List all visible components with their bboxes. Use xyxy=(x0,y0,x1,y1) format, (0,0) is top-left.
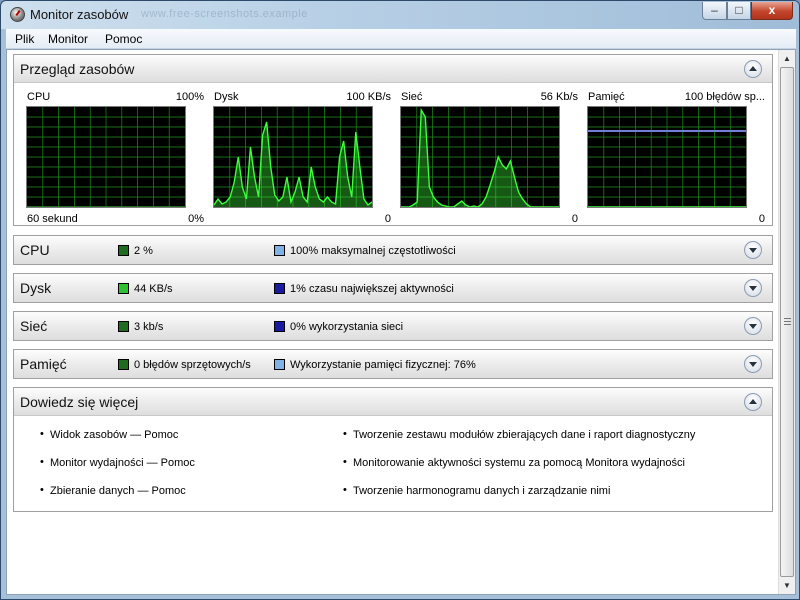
cpu-graph-canvas xyxy=(26,106,186,208)
title-watermark: www.free-screenshots.example xyxy=(141,8,308,20)
disk-graph-label: Dysk xyxy=(214,91,239,103)
network-utilization-value: 0% wykorzystania sieci xyxy=(290,321,404,333)
network-section-title: Sieć xyxy=(20,318,48,334)
cpu-usage-value: 2 % xyxy=(134,245,153,257)
expand-network-icon[interactable] xyxy=(744,317,762,335)
memory-section-header[interactable]: Pamięć 0 błędów sprzętowych/s Wykorzysta… xyxy=(14,350,772,378)
disk-throughput-swatch xyxy=(118,283,129,294)
network-throughput-metric: 3 kb/s xyxy=(118,321,163,333)
help-link-performance-monitor[interactable]: Monitor wydajności — Pomoc xyxy=(50,457,195,469)
cpu-graph-min: 0% xyxy=(188,213,204,225)
memory-graph-max: 100 błędów sp... xyxy=(684,91,765,103)
overview-header[interactable]: Przegląd zasobów xyxy=(14,55,772,83)
memory-faults-metric: 0 błędów sprzętowych/s xyxy=(118,359,251,371)
expand-disk-icon[interactable] xyxy=(744,279,762,297)
help-link-collector-set[interactable]: Tworzenie zestawu modułów zbierających d… xyxy=(353,429,695,441)
network-utilization-metric: 0% wykorzystania sieci xyxy=(274,321,403,333)
scroll-grip-icon xyxy=(784,318,791,326)
memory-faults-swatch xyxy=(118,359,129,370)
disk-graph-min: 0 xyxy=(384,213,391,225)
learn-more-title: Dowiedz się więcej xyxy=(20,394,139,410)
network-graph-canvas xyxy=(400,106,560,208)
cpu-graph-label: CPU xyxy=(27,91,51,103)
memory-usage-metric: Wykorzystanie pamięci fizycznej: 76% xyxy=(274,359,476,371)
disk-graph-max: 100 KB/s xyxy=(346,91,391,103)
maximize-button[interactable]: □ xyxy=(727,2,751,20)
menu-plik[interactable]: Plik xyxy=(15,32,34,46)
help-link-data-collection[interactable]: Zbieranie danych — Pomoc xyxy=(50,485,186,497)
expand-memory-icon[interactable] xyxy=(744,355,762,373)
network-graph: Sieć 56 Kb/s 0 xyxy=(400,91,578,227)
menu-pomoc[interactable]: Pomoc xyxy=(105,32,142,46)
cpu-graph-max: 100% xyxy=(175,91,204,103)
expand-cpu-icon[interactable] xyxy=(744,241,762,259)
cpu-graph-timespan: 60 sekund xyxy=(27,213,78,225)
help-link-resource-view[interactable]: Widok zasobów — Pomoc xyxy=(50,429,178,441)
overview-panel: Przegląd zasobów CPU 100% 60 sekund 0% D… xyxy=(13,54,773,226)
disk-section-header[interactable]: Dysk 44 KB/s 1% czasu największej aktywn… xyxy=(14,274,772,302)
disk-section-title: Dysk xyxy=(20,280,52,296)
memory-graph-label: Pamięć xyxy=(588,91,625,103)
cpu-usage-metric: 2 % xyxy=(118,245,153,257)
cpu-section[interactable]: CPU 2 % 100% maksymalnej częstotliwości xyxy=(13,235,773,265)
cpu-usage-swatch xyxy=(118,245,129,256)
bullet-icon: • xyxy=(40,484,44,496)
disk-section[interactable]: Dysk 44 KB/s 1% czasu największej aktywn… xyxy=(13,273,773,303)
network-throughput-value: 3 kb/s xyxy=(134,321,164,333)
minimize-button[interactable]: – xyxy=(702,2,727,20)
disk-graph-canvas xyxy=(213,106,373,208)
cpu-section-header[interactable]: CPU 2 % 100% maksymalnej częstotliwości xyxy=(14,236,772,264)
bullet-icon: • xyxy=(343,456,347,468)
network-graph-max: 56 Kb/s xyxy=(540,91,578,103)
main-content: Przegląd zasobów CPU 100% 60 sekund 0% D… xyxy=(6,49,796,595)
network-utilization-swatch xyxy=(274,321,285,332)
memory-usage-swatch xyxy=(274,359,285,370)
title-bar[interactable]: Monitor zasobów www.free-screenshots.exa… xyxy=(1,1,799,29)
cpu-frequency-swatch xyxy=(274,245,285,256)
scroll-thumb[interactable] xyxy=(780,67,794,577)
network-graph-min: 0 xyxy=(571,213,578,225)
help-link-monitor-activity[interactable]: Monitorowanie aktywności systemu za pomo… xyxy=(353,457,685,469)
vertical-scrollbar[interactable]: ▲ ▼ xyxy=(778,50,795,594)
menu-monitor[interactable]: Monitor xyxy=(48,32,88,46)
learn-more-header[interactable]: Dowiedz się więcej xyxy=(14,388,772,416)
disk-activity-value: 1% czasu największej aktywności xyxy=(290,283,454,295)
cpu-frequency-metric: 100% maksymalnej częstotliwości xyxy=(274,245,456,257)
cpu-graph: CPU 100% 60 sekund 0% xyxy=(26,91,204,227)
scroll-up-arrow-icon[interactable]: ▲ xyxy=(779,50,795,67)
bullet-icon: • xyxy=(40,456,44,468)
disk-activity-swatch xyxy=(274,283,285,294)
learn-more-panel: Dowiedz się więcej • Widok zasobów — Pom… xyxy=(13,387,773,512)
overview-title: Przegląd zasobów xyxy=(20,61,135,77)
resource-monitor-icon xyxy=(10,7,25,22)
scroll-down-arrow-icon[interactable]: ▼ xyxy=(779,577,795,594)
network-section-header[interactable]: Sieć 3 kb/s 0% wykorzystania sieci xyxy=(14,312,772,340)
memory-section-title: Pamięć xyxy=(20,356,67,372)
cpu-frequency-value: 100% maksymalnej częstotliwości xyxy=(290,245,456,257)
disk-throughput-metric: 44 KB/s xyxy=(118,283,173,295)
memory-graph-min: 0 xyxy=(758,213,765,225)
window-title: Monitor zasobów xyxy=(30,7,129,22)
cpu-section-title: CPU xyxy=(20,242,50,258)
memory-graph-canvas xyxy=(587,106,747,208)
app-window: Monitor zasobów www.free-screenshots.exa… xyxy=(0,0,800,600)
network-graph-label: Sieć xyxy=(401,91,423,103)
memory-usage-value: Wykorzystanie pamięci fizycznej: 76% xyxy=(290,359,476,371)
bullet-icon: • xyxy=(343,428,347,440)
memory-section[interactable]: Pamięć 0 błędów sprzętowych/s Wykorzysta… xyxy=(13,349,773,379)
disk-activity-metric: 1% czasu największej aktywności xyxy=(274,283,454,295)
disk-graph: Dysk 100 KB/s 0 xyxy=(213,91,391,227)
memory-faults-value: 0 błędów sprzętowych/s xyxy=(134,359,251,371)
disk-throughput-value: 44 KB/s xyxy=(134,283,173,295)
network-section[interactable]: Sieć 3 kb/s 0% wykorzystania sieci xyxy=(13,311,773,341)
help-link-schedule[interactable]: Tworzenie harmonogramu danych i zarządza… xyxy=(353,485,610,497)
menu-bar: Plik Monitor Pomoc xyxy=(6,29,796,49)
bullet-icon: • xyxy=(40,428,44,440)
collapse-overview-icon[interactable] xyxy=(744,60,762,78)
close-button[interactable]: x xyxy=(751,2,793,20)
network-throughput-swatch xyxy=(118,321,129,332)
collapse-learn-more-icon[interactable] xyxy=(744,393,762,411)
bullet-icon: • xyxy=(343,484,347,496)
memory-graph: Pamięć 100 błędów sp... 0 xyxy=(587,91,765,227)
